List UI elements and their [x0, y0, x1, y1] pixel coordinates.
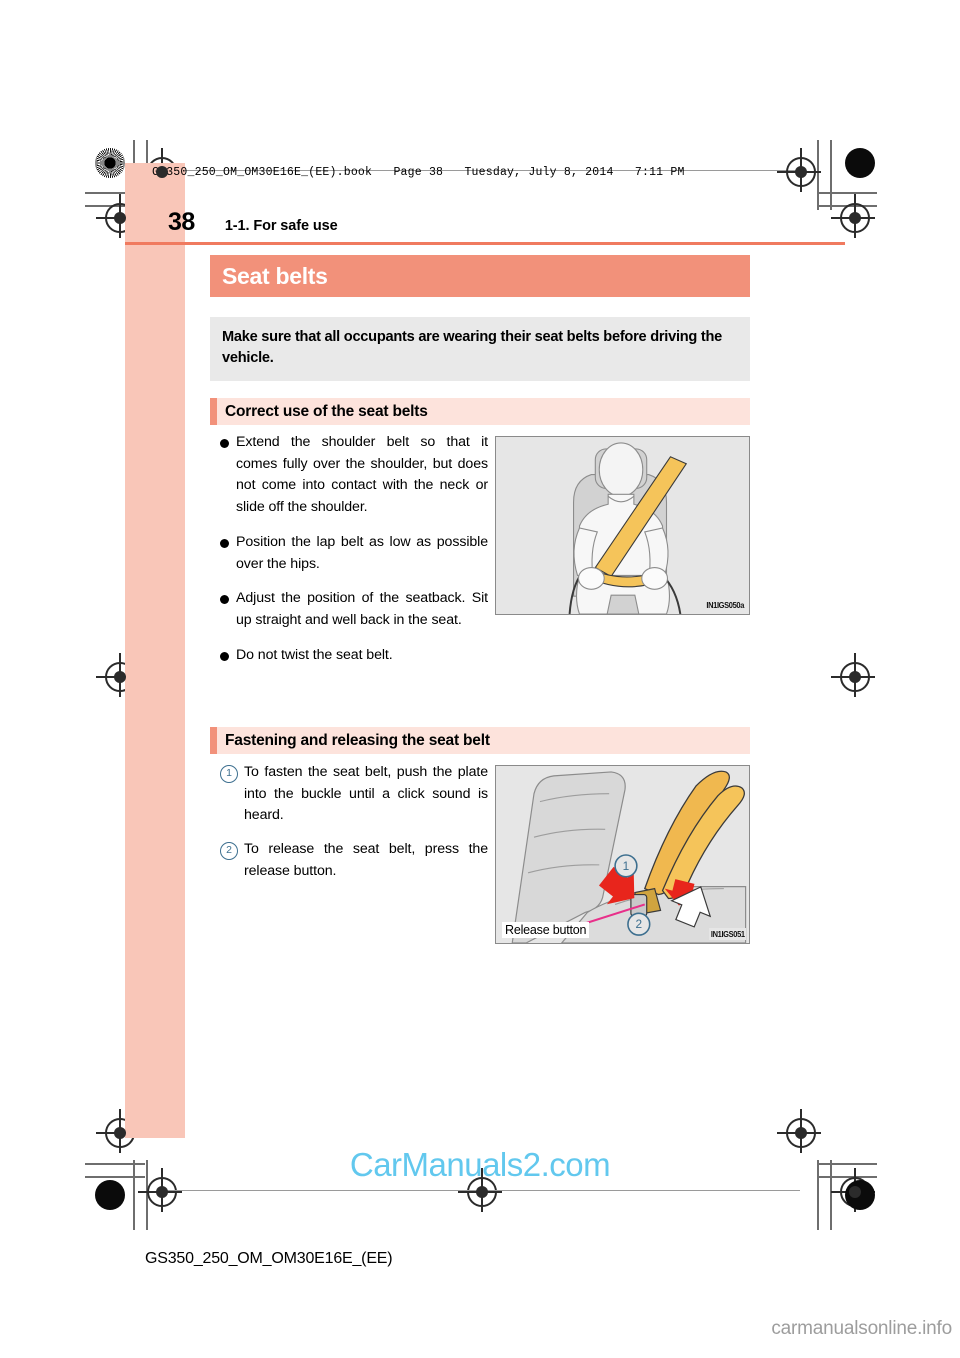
header-rule [125, 242, 845, 245]
section-header-fastening: Fastening and releasing the seat belt [210, 727, 750, 754]
section-title: Correct use of the seat belts [225, 402, 428, 420]
page-number: 38 [168, 208, 195, 236]
intro-callout-box: Make sure that all occupants are wearing… [210, 317, 750, 382]
figure-fastening-releasing: 1 2 Release button IN1IGS051 [495, 765, 750, 944]
numbered-step-list: 1 To fasten the seat belt, push the plat… [220, 762, 488, 895]
watermark-bottom-right: carmanualsonline.info [771, 1318, 952, 1339]
list-item: 2 To release the seat belt, press the re… [220, 839, 488, 882]
bullet-text: Extend the shoulder belt so that it come… [236, 434, 488, 516]
page-header: 38 1-1. For safe use [168, 208, 768, 237]
svg-text:1: 1 [623, 859, 630, 873]
bullet-dot-icon [220, 439, 229, 448]
figure-code: IN1IGS050a [704, 599, 746, 611]
bullet-dot-icon [220, 595, 229, 605]
page-title-banner: Seat belts [210, 255, 750, 297]
figure-code: IN1IGS051 [708, 928, 746, 940]
step-text: To release the seat belt, press the rele… [244, 841, 488, 879]
seat-buckle-illustration: 1 2 [496, 766, 749, 943]
step-text: To fasten the seat belt, push the plate … [244, 764, 488, 824]
section-header-correct-use: Correct use of the seat belts [210, 398, 750, 425]
figure-callout-release-button: Release button [502, 922, 590, 938]
intro-text: Make sure that all occupants are wearing… [222, 329, 723, 367]
list-item: Adjust the position of the seatback. Sit… [220, 588, 488, 631]
bullet-dot-icon [220, 651, 229, 661]
bullet-text: Position the lap belt as low as possible… [236, 533, 488, 572]
svg-text:2: 2 [636, 917, 643, 931]
bullet-dot-icon [220, 538, 229, 548]
list-item: Do not twist the seat belt. [220, 645, 488, 667]
breadcrumb: 1-1. For safe use [224, 218, 338, 234]
section-accent-bar [210, 727, 217, 754]
step-number-badge: 2 [220, 842, 238, 861]
section-title: Fastening and releasing the seat belt [225, 731, 490, 749]
bullet-text: Adjust the position of the seatback. Sit… [236, 590, 488, 629]
bullet-list-correct-use: Extend the shoulder belt so that it come… [220, 432, 488, 679]
section-accent-bar [210, 398, 217, 425]
page-content: GS350_250_OM_OM30E16E_(EE).book Page 38 … [0, 0, 960, 1358]
list-item: 1 To fasten the seat belt, push the plat… [220, 762, 488, 827]
watermark-center: CarManuals2.com [349, 1146, 611, 1183]
figure-correct-seat-belt-use: IN1IGS050a [495, 436, 750, 615]
print-file-header: GS350_250_OM_OM30E16E_(EE).book Page 38 … [152, 166, 685, 179]
page-title: Seat belts [222, 262, 328, 289]
step-number-badge: 1 [220, 765, 238, 783]
seat-belt-occupant-illustration [496, 437, 749, 614]
footer-document-code: GS350_250_OM_OM30E16E_(EE) [145, 1250, 393, 1267]
list-item: Extend the shoulder belt so that it come… [220, 432, 488, 519]
list-item: Position the lap belt as low as possible… [220, 532, 488, 575]
bullet-text: Do not twist the seat belt. [236, 646, 393, 663]
